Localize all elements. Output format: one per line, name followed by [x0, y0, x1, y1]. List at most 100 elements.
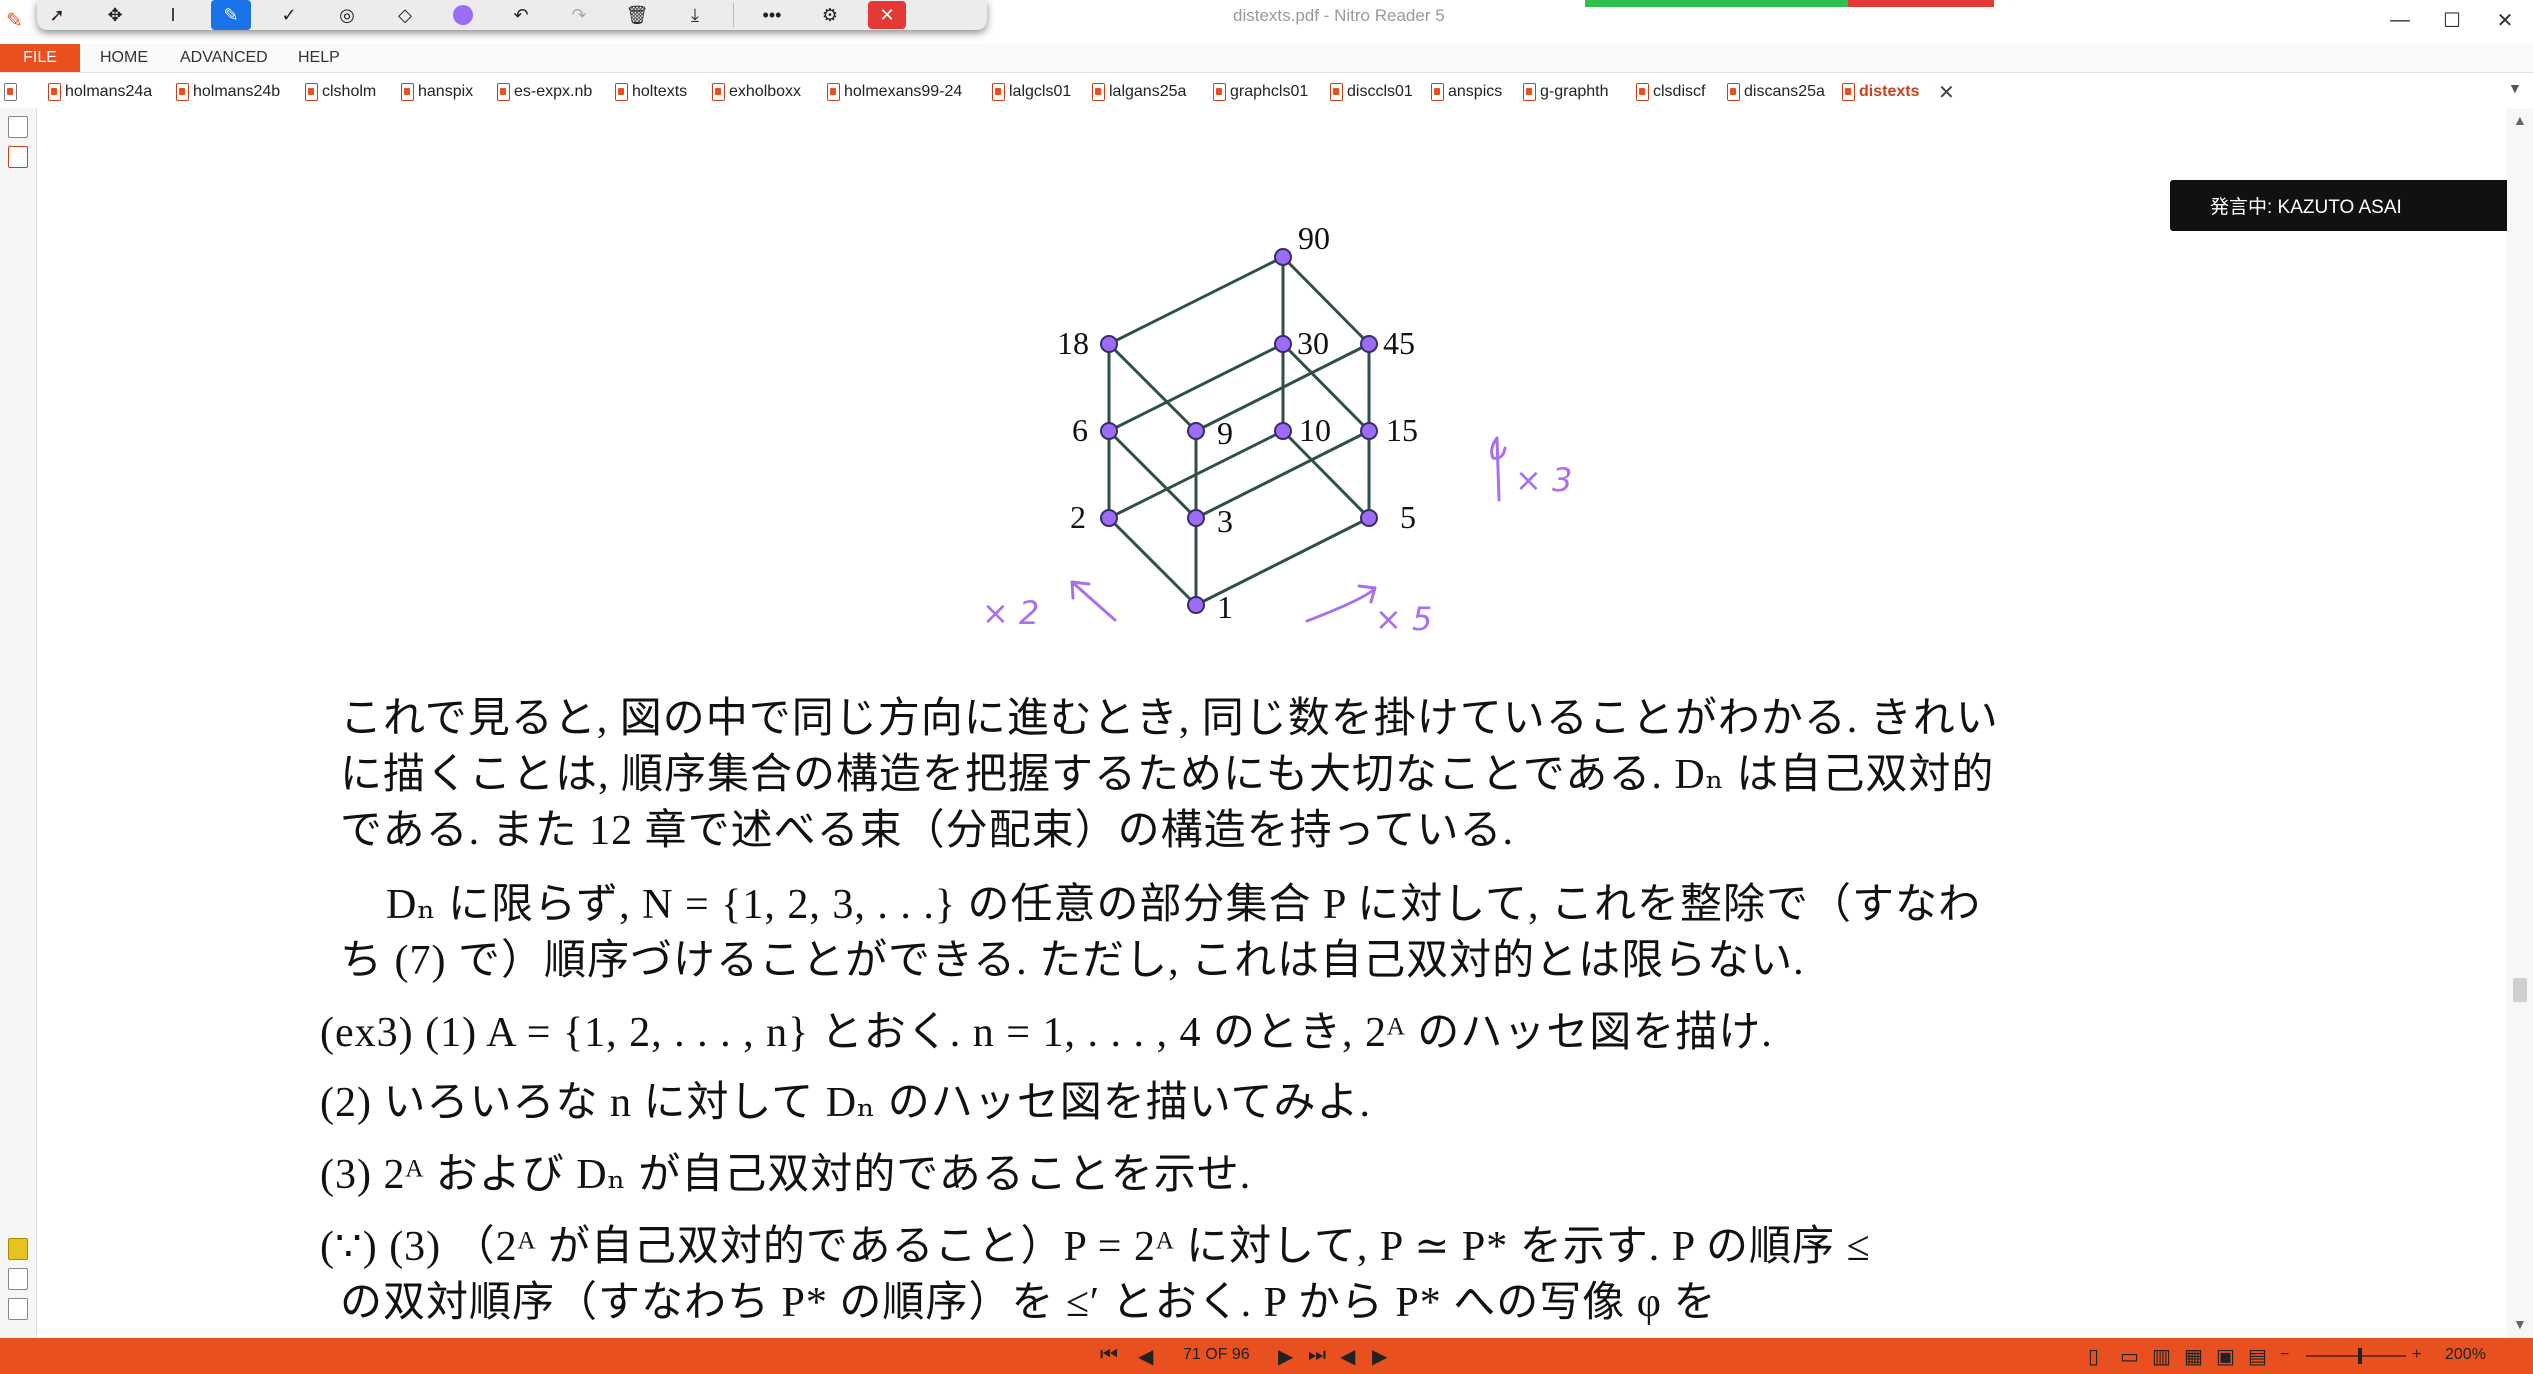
- handwritten-annotations: [1070, 436, 1507, 623]
- minimize-button[interactable]: —: [2370, 0, 2430, 40]
- doc-tab[interactable]: lalgcls01: [992, 80, 1071, 104]
- doc-tab[interactable]: holmans24a: [48, 80, 152, 104]
- close-tab-icon[interactable]: ✕: [1938, 80, 1955, 105]
- move-icon[interactable]: ✥: [95, 0, 135, 30]
- doc-tab[interactable]: clsdiscf: [1636, 80, 1705, 104]
- continuous-facing-icon[interactable]: ▦: [2184, 1344, 2203, 1369]
- text-line-5: ち (7) で）順序づけることができる. ただし, これは自己双対的とは限らない…: [340, 938, 1805, 984]
- text-line-8: (3) 2ᴬ および Dₙ が自己双対的であることを示せ.: [320, 1152, 1252, 1198]
- close-toolbar-icon[interactable]: ✕: [868, 1, 906, 29]
- doc-tab-label: g-graphth: [1540, 83, 1609, 100]
- pdf-icon: [992, 83, 1005, 101]
- node-18: [1100, 335, 1118, 353]
- file-tab[interactable]: FILE: [0, 44, 80, 72]
- chevron-down-icon[interactable]: ▼: [2508, 80, 2522, 96]
- tab-advanced[interactable]: ADVANCED: [180, 49, 268, 67]
- next-page-icon[interactable]: ▶: [1278, 1344, 1293, 1369]
- pages-icon[interactable]: [8, 116, 28, 138]
- doc-tab[interactable]: exholboxx: [712, 80, 801, 104]
- tabs-menu-icon[interactable]: [4, 80, 21, 104]
- doc-tab[interactable]: hanspix: [401, 80, 473, 104]
- doc-tab[interactable]: discans25a: [1727, 80, 1825, 104]
- label-3: 3: [1217, 503, 1233, 539]
- back-icon[interactable]: ◀: [1340, 1344, 1355, 1369]
- annotation-times5: × 5: [1375, 600, 1432, 638]
- zoom-slider-handle[interactable]: [2358, 1348, 2362, 1364]
- tab-home[interactable]: HOME: [100, 49, 148, 67]
- speaker-badge: 発言中: KAZUTO ASAI: [2170, 180, 2512, 231]
- doc-tab[interactable]: es-expx.nb: [497, 80, 592, 104]
- user-settings-icon[interactable]: ⚙: [810, 0, 850, 30]
- pdf-icon: [48, 83, 61, 101]
- text-line-2: に描くことは, 順序集合の構造を把握するためにも大切なことである. Dₙ は自己…: [340, 752, 1995, 798]
- last-page-icon[interactable]: ⏭: [1308, 1344, 1326, 1367]
- zoom-slider[interactable]: [2306, 1355, 2406, 1357]
- node-3: [1187, 509, 1205, 527]
- zoom-out-icon[interactable]: −: [2280, 1346, 2289, 1364]
- doc-tab-label: clsdiscf: [1653, 83, 1706, 100]
- maximize-button[interactable]: ☐: [2422, 0, 2482, 40]
- doc-tab[interactable]: g-graphth: [1523, 80, 1609, 104]
- tab-help[interactable]: HELP: [298, 49, 340, 67]
- label-45: 45: [1383, 325, 1415, 361]
- zoom-in-icon[interactable]: +: [2412, 1346, 2421, 1364]
- doc-tab[interactable]: graphcls01: [1213, 80, 1308, 104]
- ribbon-bar: FILE HOME ADVANCED HELP: [0, 44, 2533, 73]
- close-window-button[interactable]: ✕: [2475, 0, 2533, 40]
- single-page-icon[interactable]: ▯: [2088, 1344, 2099, 1369]
- node-90: [1274, 248, 1292, 266]
- trash-icon[interactable]: 🗑: [617, 0, 657, 30]
- label-5: 5: [1400, 499, 1416, 535]
- text-cursor-icon[interactable]: I: [153, 0, 193, 30]
- stamp-icon[interactable]: ◎: [327, 0, 367, 30]
- doc-tab-active[interactable]: distexts: [1842, 80, 1919, 104]
- output-icon[interactable]: [8, 1298, 28, 1320]
- forward-icon[interactable]: ▶: [1372, 1344, 1387, 1369]
- doc-tab[interactable]: anspics: [1431, 80, 1502, 104]
- pen-icon[interactable]: ✎: [211, 0, 251, 30]
- zoom-level[interactable]: 200%: [2445, 1346, 2486, 1364]
- bookmark-icon[interactable]: [8, 146, 28, 168]
- fit-width-icon[interactable]: ▤: [2248, 1344, 2267, 1369]
- doc-tab-label: disccls01: [1347, 83, 1413, 100]
- check-icon[interactable]: ✓: [269, 0, 309, 30]
- pdf-icon: [1213, 83, 1226, 101]
- continuous-icon[interactable]: ▭: [2120, 1344, 2139, 1369]
- annotation-times2: × 2: [982, 594, 1039, 632]
- doc-tab[interactable]: clsholm: [305, 80, 376, 104]
- hasse-nodes: [1100, 248, 1378, 614]
- more-icon[interactable]: •••: [752, 0, 792, 30]
- doc-tab[interactable]: holmexans99-24: [827, 80, 962, 104]
- facing-icon[interactable]: ▥: [2152, 1344, 2171, 1369]
- doc-tab[interactable]: disccls01: [1330, 80, 1413, 104]
- color-picker-icon[interactable]: [443, 0, 483, 30]
- pdf-page[interactable]: 90 18 30 45 6 9 10 15 2 3 5 1 × 2 × 5 × …: [37, 108, 2507, 1338]
- undo-icon[interactable]: ↶: [501, 0, 541, 30]
- pdf-icon: [1523, 83, 1536, 101]
- page-number[interactable]: 71 OF 96: [1183, 1346, 1250, 1364]
- attachments-icon[interactable]: [8, 1268, 28, 1290]
- scroll-thumb[interactable]: [2513, 978, 2527, 1002]
- scroll-up-icon[interactable]: ▲: [2513, 112, 2527, 128]
- doc-tab-label: distexts: [1859, 83, 1920, 100]
- eraser-icon[interactable]: ◇: [385, 0, 425, 30]
- fit-page-icon[interactable]: ▣: [2216, 1344, 2235, 1369]
- first-page-icon[interactable]: ⏮: [1100, 1344, 1118, 1367]
- redo-icon[interactable]: ↷: [559, 0, 599, 30]
- text-line-7: (2) いろいろな n に対して Dₙ のハッセ図を描いてみよ.: [320, 1080, 1371, 1126]
- pdf-icon: [1842, 83, 1855, 101]
- download-icon[interactable]: ⤓: [675, 0, 715, 30]
- select-arrow-icon[interactable]: ➚: [37, 0, 77, 30]
- prev-page-icon[interactable]: ◀: [1138, 1344, 1153, 1369]
- doc-tab[interactable]: holmans24b: [176, 80, 280, 104]
- label-30: 30: [1297, 325, 1329, 361]
- scroll-down-icon[interactable]: ▼: [2513, 1316, 2527, 1332]
- doc-tab[interactable]: lalgans25a: [1092, 80, 1186, 104]
- doc-tab[interactable]: holtexts: [615, 80, 687, 104]
- pdf-icon: [827, 83, 840, 101]
- comments-icon[interactable]: [8, 1238, 28, 1260]
- status-bar: ⏮ ◀ 71 OF 96 ▶ ⏭ ◀ ▶ ▯ ▭ ▥ ▦ ▣ ▤ − + 200…: [0, 1338, 2533, 1374]
- label-90: 90: [1298, 220, 1330, 256]
- arrow-right: [1305, 584, 1377, 623]
- vertical-scrollbar[interactable]: ▲ ▼: [2507, 108, 2533, 1338]
